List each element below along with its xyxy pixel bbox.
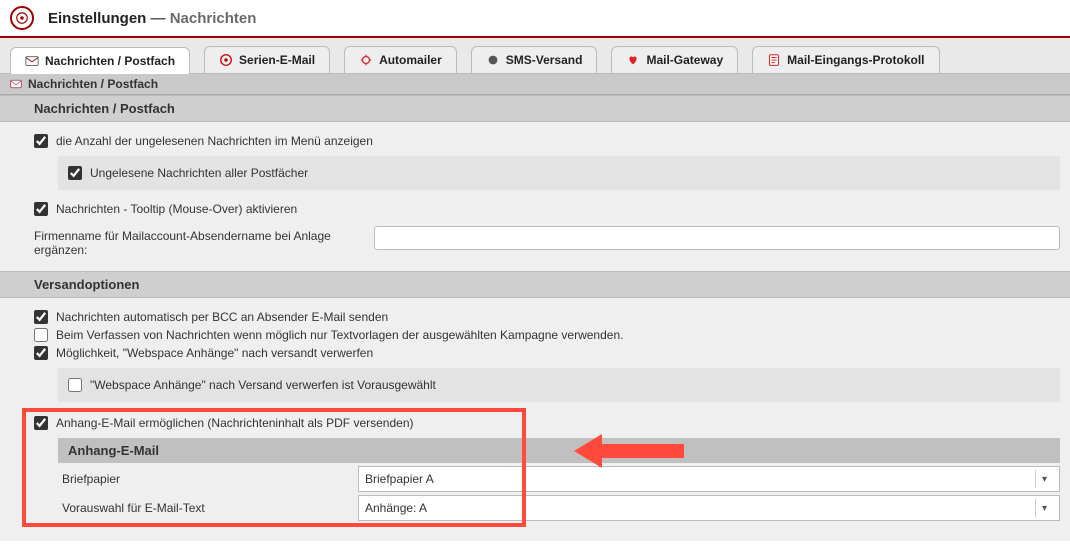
- tab-automailer[interactable]: Automailer: [344, 46, 457, 73]
- chevron-down-icon: ▾: [1035, 499, 1053, 517]
- tab-mail-gateway[interactable]: Mail-Gateway: [611, 46, 738, 73]
- company-name-row: Firmenname für Mailaccount-Absendername …: [34, 226, 1060, 257]
- briefpapier-select[interactable]: Briefpapier A ▾: [358, 466, 1060, 492]
- main-tabbar: Nachrichten / Postfach Serien-E-Mail Aut…: [0, 38, 1070, 74]
- dot-gray-icon: [486, 53, 500, 67]
- tab-serien-email[interactable]: Serien-E-Mail: [204, 46, 330, 73]
- tab-mail-eingangs-protokoll[interactable]: Mail-Eingangs-Protokoll: [752, 46, 939, 73]
- tab-label: Mail-Gateway: [646, 53, 723, 67]
- opt-tooltip-checkbox[interactable]: [34, 202, 48, 216]
- section-title: Nachrichten / Postfach: [0, 95, 1070, 122]
- section-postfach: Nachrichten / Postfach die Anzahl der un…: [0, 95, 1070, 271]
- briefpapier-row: Briefpapier Briefpapier A ▾: [58, 466, 1060, 492]
- page-title: Einstellungen — Nachrichten: [48, 10, 256, 27]
- pretext-select[interactable]: Anhänge: A ▾: [358, 495, 1060, 521]
- app-logo-icon: [10, 6, 34, 30]
- doc-red-icon: [767, 53, 781, 67]
- chevron-down-icon: ▾: [1035, 470, 1053, 488]
- opt-unread-menu-row: die Anzahl der ungelesenen Nachrichten i…: [34, 134, 1060, 148]
- opt-bcc-checkbox[interactable]: [34, 310, 48, 324]
- opt-unread-all-checkbox[interactable]: [68, 166, 82, 180]
- opt-unread-all-label: Ungelesene Nachrichten aller Postfächer: [90, 166, 308, 180]
- opt-tooltip-label: Nachrichten - Tooltip (Mouse-Over) aktiv…: [56, 202, 297, 216]
- briefpapier-label: Briefpapier: [58, 466, 358, 492]
- tab-label: Automailer: [379, 53, 442, 67]
- sub-block-webspace-preselect: "Webspace Anhänge" nach Versand verwerfe…: [58, 368, 1060, 402]
- pretext-row: Vorauswahl für E-Mail-Text Anhänge: A ▾: [58, 495, 1060, 521]
- tab-label: Serien-E-Mail: [239, 53, 315, 67]
- opt-webspace-discard-checkbox[interactable]: [34, 346, 48, 360]
- pretext-label: Vorauswahl für E-Mail-Text: [58, 495, 358, 521]
- heart-red-icon: [626, 53, 640, 67]
- tab-label: SMS-Versand: [506, 53, 583, 67]
- opt-tooltip-row: Nachrichten - Tooltip (Mouse-Over) aktiv…: [34, 202, 1060, 216]
- opt-unread-menu-label: die Anzahl der ungelesenen Nachrichten i…: [56, 134, 373, 148]
- opt-webspace-discard-label: Möglichkeit, "Webspace Anhänge" nach ver…: [56, 346, 373, 360]
- opt-campaign-label: Beim Verfassen von Nachrichten wenn mögl…: [56, 328, 623, 342]
- pretext-value: Anhänge: A: [365, 501, 427, 515]
- tab-nachrichten-postfach[interactable]: Nachrichten / Postfach: [10, 47, 190, 74]
- at-red-icon: [219, 53, 233, 67]
- opt-attach-email-label: Anhang-E-Mail ermöglichen (Nachrichtenin…: [56, 416, 414, 430]
- tab-label: Mail-Eingangs-Protokoll: [787, 53, 924, 67]
- tab-label: Nachrichten / Postfach: [45, 54, 175, 68]
- opt-campaign-row: Beim Verfassen von Nachrichten wenn mögl…: [34, 328, 1060, 342]
- opt-campaign-checkbox[interactable]: [34, 328, 48, 342]
- sub-block-unread-all: Ungelesene Nachrichten aller Postfächer: [58, 156, 1060, 190]
- envelope-red-icon: [10, 78, 22, 90]
- opt-bcc-label: Nachrichten automatisch per BCC an Absen…: [56, 310, 388, 324]
- opt-unread-menu-checkbox[interactable]: [34, 134, 48, 148]
- opt-webspace-discard-row: Möglichkeit, "Webspace Anhänge" nach ver…: [34, 346, 1060, 360]
- tab-sms-versand[interactable]: SMS-Versand: [471, 46, 598, 73]
- gear-red-icon: [359, 53, 373, 67]
- sub-tab-label: Nachrichten / Postfach: [28, 77, 158, 91]
- opt-attach-email-row: Anhang-E-Mail ermöglichen (Nachrichtenin…: [34, 416, 1060, 430]
- company-name-label: Firmenname für Mailaccount-Absendername …: [34, 226, 374, 257]
- section-title: Versandoptionen: [0, 271, 1070, 298]
- opt-webspace-preselect-label: "Webspace Anhänge" nach Versand verwerfe…: [90, 378, 436, 392]
- envelope-icon: [25, 54, 39, 68]
- briefpapier-value: Briefpapier A: [365, 472, 434, 486]
- inner-section-title: Anhang-E-Mail: [58, 438, 1060, 463]
- sub-tabbar: Nachrichten / Postfach: [0, 74, 1070, 95]
- company-name-input[interactable]: [374, 226, 1060, 250]
- section-versandoptionen: Versandoptionen Nachrichten automatisch …: [0, 271, 1070, 541]
- opt-bcc-row: Nachrichten automatisch per BCC an Absen…: [34, 310, 1060, 324]
- opt-webspace-preselect-checkbox[interactable]: [68, 378, 82, 392]
- page-header: Einstellungen — Nachrichten: [0, 0, 1070, 38]
- opt-attach-email-checkbox[interactable]: [34, 416, 48, 430]
